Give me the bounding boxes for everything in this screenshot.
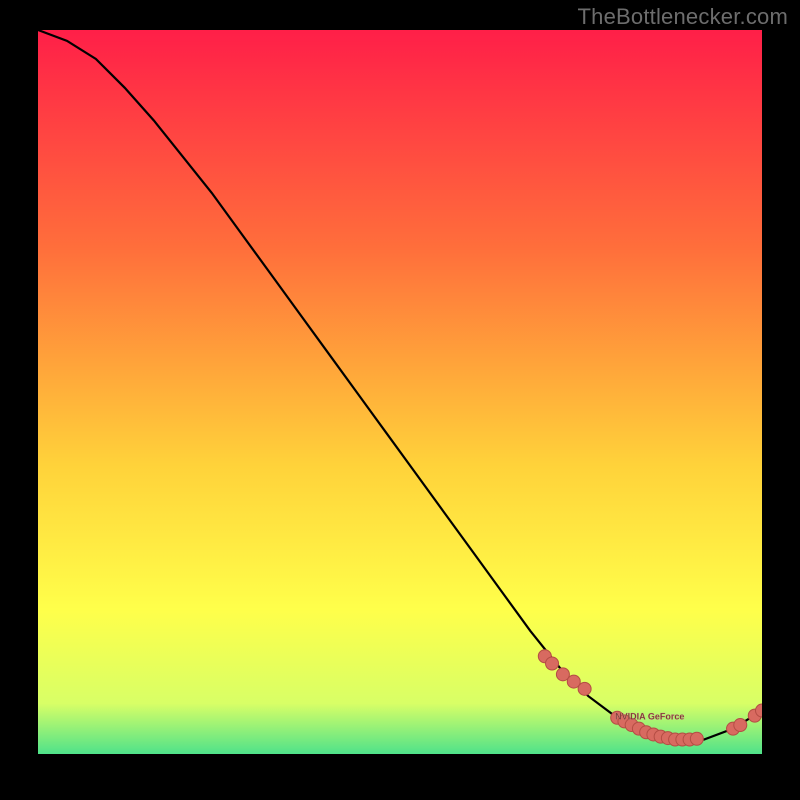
plot-frame: NVIDIA GeForce — [38, 30, 762, 754]
data-marker — [690, 732, 703, 745]
series-annotation: NVIDIA GeForce — [615, 711, 684, 721]
plot-svg: NVIDIA GeForce — [38, 30, 762, 754]
data-marker — [546, 657, 559, 670]
gradient-background — [38, 30, 762, 754]
attribution-text: TheBottlenecker.com — [578, 4, 788, 30]
data-marker — [734, 719, 747, 732]
chart-stage: TheBottlenecker.com NVIDIA GeForce — [0, 0, 800, 800]
data-marker — [578, 682, 591, 695]
